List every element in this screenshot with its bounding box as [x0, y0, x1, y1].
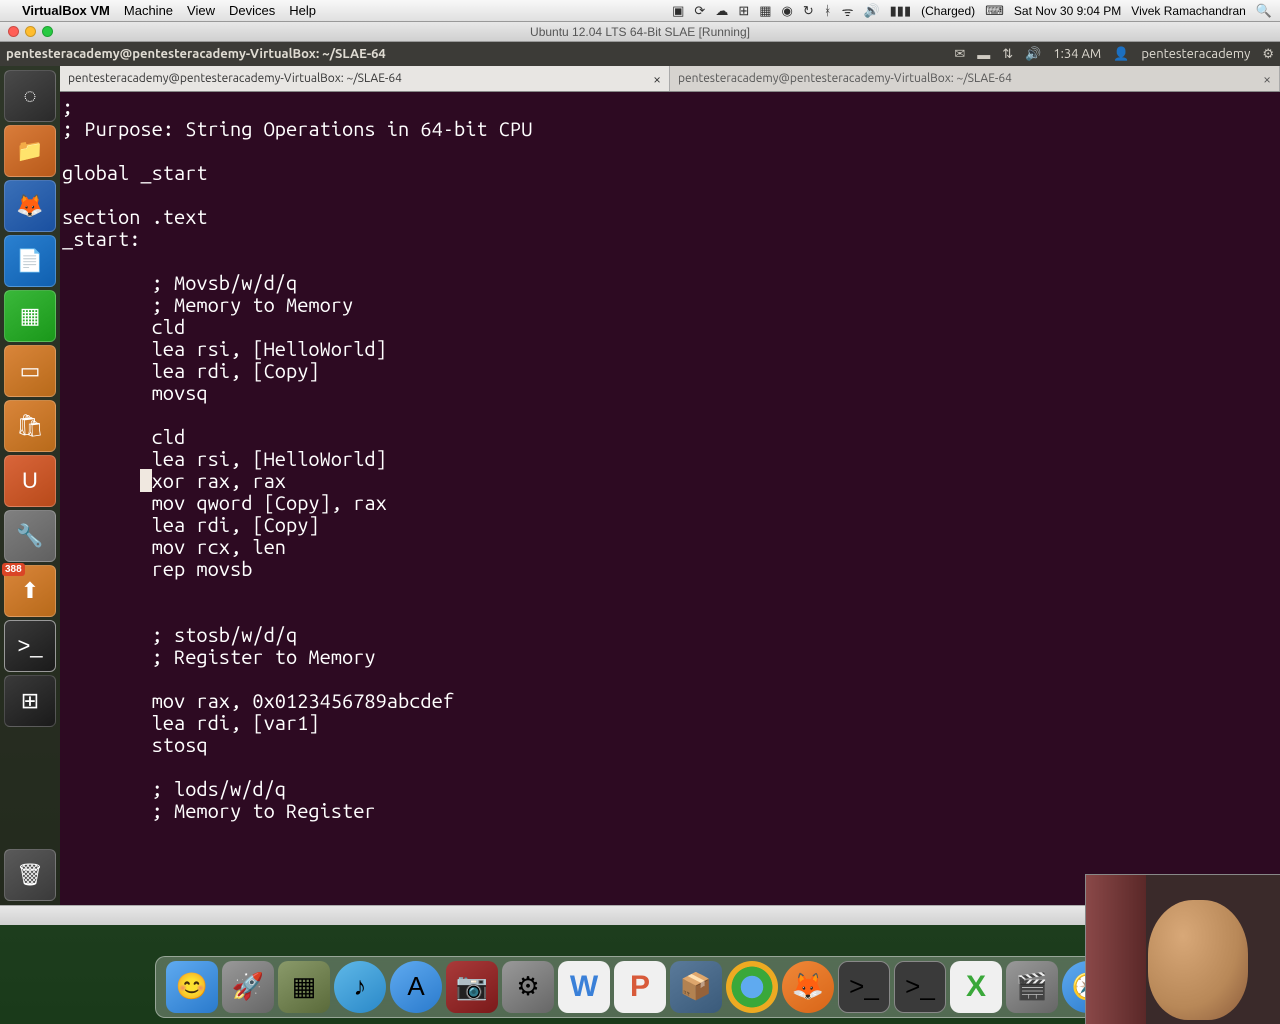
system-preferences-icon[interactable]: ⚙ [502, 961, 554, 1013]
tab-2-title: pentesteracademy@pentesteracademy-Virtua… [678, 72, 1012, 85]
keyboard-icon[interactable]: ⌨ [985, 3, 1004, 19]
appstore-icon[interactable]: A [390, 961, 442, 1013]
dash-home-icon[interactable]: ◌ [4, 70, 56, 122]
software-center-icon[interactable]: 🛍 [4, 400, 56, 452]
ubuntu-one-icon[interactable]: U [4, 455, 56, 507]
trash-icon[interactable]: 🗑 [4, 849, 56, 901]
wifi-icon[interactable]: ᯤ [842, 2, 854, 20]
timemachine-icon[interactable]: ↻ [803, 3, 814, 19]
terminal-tab-2[interactable]: pentesteracademy@pentesteracademy-Virtua… [670, 66, 1280, 91]
imovie-icon[interactable]: 🎬 [1006, 961, 1058, 1013]
terminal-icon[interactable]: >_ [4, 620, 56, 672]
macos-menubar: VirtualBox VM Machine View Devices Help … [0, 0, 1280, 22]
clock[interactable]: Sat Nov 30 9:04 PM [1014, 4, 1121, 18]
mail-icon[interactable]: ✉ [954, 47, 965, 62]
terminal-dock-icon[interactable]: >_ [838, 961, 890, 1013]
indicator3-icon[interactable]: ◉ [782, 3, 793, 19]
finder-icon[interactable]: 😊 [166, 961, 218, 1013]
user-menu[interactable]: Vivek Ramachandran [1131, 4, 1246, 18]
vm-window-title: Ubuntu 12.04 LTS 64-Bit SLAE [Running] [530, 25, 750, 39]
zoom-button[interactable] [42, 26, 53, 37]
battery-icon[interactable]: ▮▮▮ [890, 3, 911, 19]
menu-help[interactable]: Help [289, 3, 316, 18]
update-count-badge: 388 [2, 563, 25, 576]
tab-1-title: pentesteracademy@pentesteracademy-Virtua… [68, 72, 402, 85]
screencast-icon[interactable]: ▣ [672, 3, 684, 19]
menu-devices[interactable]: Devices [229, 3, 275, 18]
workspace-switcher-icon[interactable]: ⊞ [4, 675, 56, 727]
terminal-tab-1[interactable]: pentesteracademy@pentesteracademy-Virtua… [60, 66, 670, 91]
iterm-icon[interactable]: >_ [894, 961, 946, 1013]
bluetooth-icon[interactable]: ᚼ [824, 3, 832, 18]
menu-machine[interactable]: Machine [124, 3, 173, 18]
ubuntu-workspace: ◌ 📁 🦊 📄 ▦ ▭ 🛍 U 🔧 388⬆ >_ ⊞ 🗑 pentestera… [0, 66, 1280, 905]
writer-icon[interactable]: 📄 [4, 235, 56, 287]
excel-icon[interactable]: X [950, 961, 1002, 1013]
minimize-button[interactable] [25, 26, 36, 37]
spotlight-icon[interactable]: 🔍 [1256, 3, 1272, 19]
itunes-icon[interactable]: ♪ [334, 961, 386, 1013]
indicator2-icon[interactable]: ▦ [759, 3, 771, 19]
gear-icon[interactable]: ⚙ [1262, 47, 1274, 62]
vm-window-titlebar: Ubuntu 12.04 LTS 64-Bit SLAE [Running] [0, 22, 1280, 42]
app-menu[interactable]: VirtualBox VM [22, 3, 110, 18]
firefox-dock-icon[interactable]: 🦊 [782, 961, 834, 1013]
photobooth-icon[interactable]: 📷 [446, 961, 498, 1013]
battery-guest-icon[interactable]: ▬ [977, 47, 990, 62]
chrome-icon[interactable] [726, 961, 778, 1013]
update-manager-icon[interactable]: 388⬆ [4, 565, 56, 617]
powerpoint-icon[interactable]: P [614, 961, 666, 1013]
launchpad-icon[interactable]: 🚀 [222, 961, 274, 1013]
volume-icon[interactable]: 🔊 [863, 3, 879, 19]
macos-dock: 😊 🚀 ▦ ♪ A 📷 ⚙ W P 📦 🦊 >_ >_ X 🎬 🧭 [155, 956, 1125, 1018]
editor-content[interactable]: ;; Purpose: String Operations in 64-bit … [60, 92, 1280, 883]
tab-2-close-icon[interactable]: × [1263, 71, 1271, 87]
unity-launcher: ◌ 📁 🦊 📄 ▦ ▭ 🛍 U 🔧 388⬆ >_ ⊞ 🗑 [0, 66, 60, 905]
window-title: pentesteracademy@pentesteracademy-Virtua… [6, 47, 386, 61]
user-icon[interactable]: 👤 [1113, 47, 1129, 62]
indicator-icon[interactable]: ⊞ [738, 3, 749, 19]
calc-icon[interactable]: ▦ [4, 290, 56, 342]
impress-icon[interactable]: ▭ [4, 345, 56, 397]
firefox-icon[interactable]: 🦊 [4, 180, 56, 232]
tab-1-close-icon[interactable]: × [653, 71, 661, 87]
ubuntu-top-panel: pentesteracademy@pentesteracademy-Virtua… [0, 42, 1280, 66]
menu-view[interactable]: View [187, 3, 215, 18]
terminal-window: pentesteracademy@pentesteracademy-Virtua… [60, 66, 1280, 905]
webcam-overlay [1085, 874, 1280, 1024]
settings-icon[interactable]: 🔧 [4, 510, 56, 562]
close-button[interactable] [8, 26, 19, 37]
terminal-tabs: pentesteracademy@pentesteracademy-Virtua… [60, 66, 1280, 92]
mission-control-icon[interactable]: ▦ [278, 961, 330, 1013]
battery-status: (Charged) [921, 4, 975, 18]
virtualbox-icon[interactable]: 📦 [670, 961, 722, 1013]
network-icon[interactable]: ⇅ [1002, 47, 1013, 62]
word-icon[interactable]: W [558, 961, 610, 1013]
sync-icon[interactable]: ☁ [715, 3, 728, 19]
volume-guest-icon[interactable]: 🔊 [1025, 47, 1041, 62]
dropbox-icon[interactable]: ⟳ [694, 3, 705, 19]
guest-user[interactable]: pentesteracademy [1141, 47, 1250, 61]
files-icon[interactable]: 📁 [4, 125, 56, 177]
guest-clock[interactable]: 1:34 AM [1053, 47, 1101, 61]
